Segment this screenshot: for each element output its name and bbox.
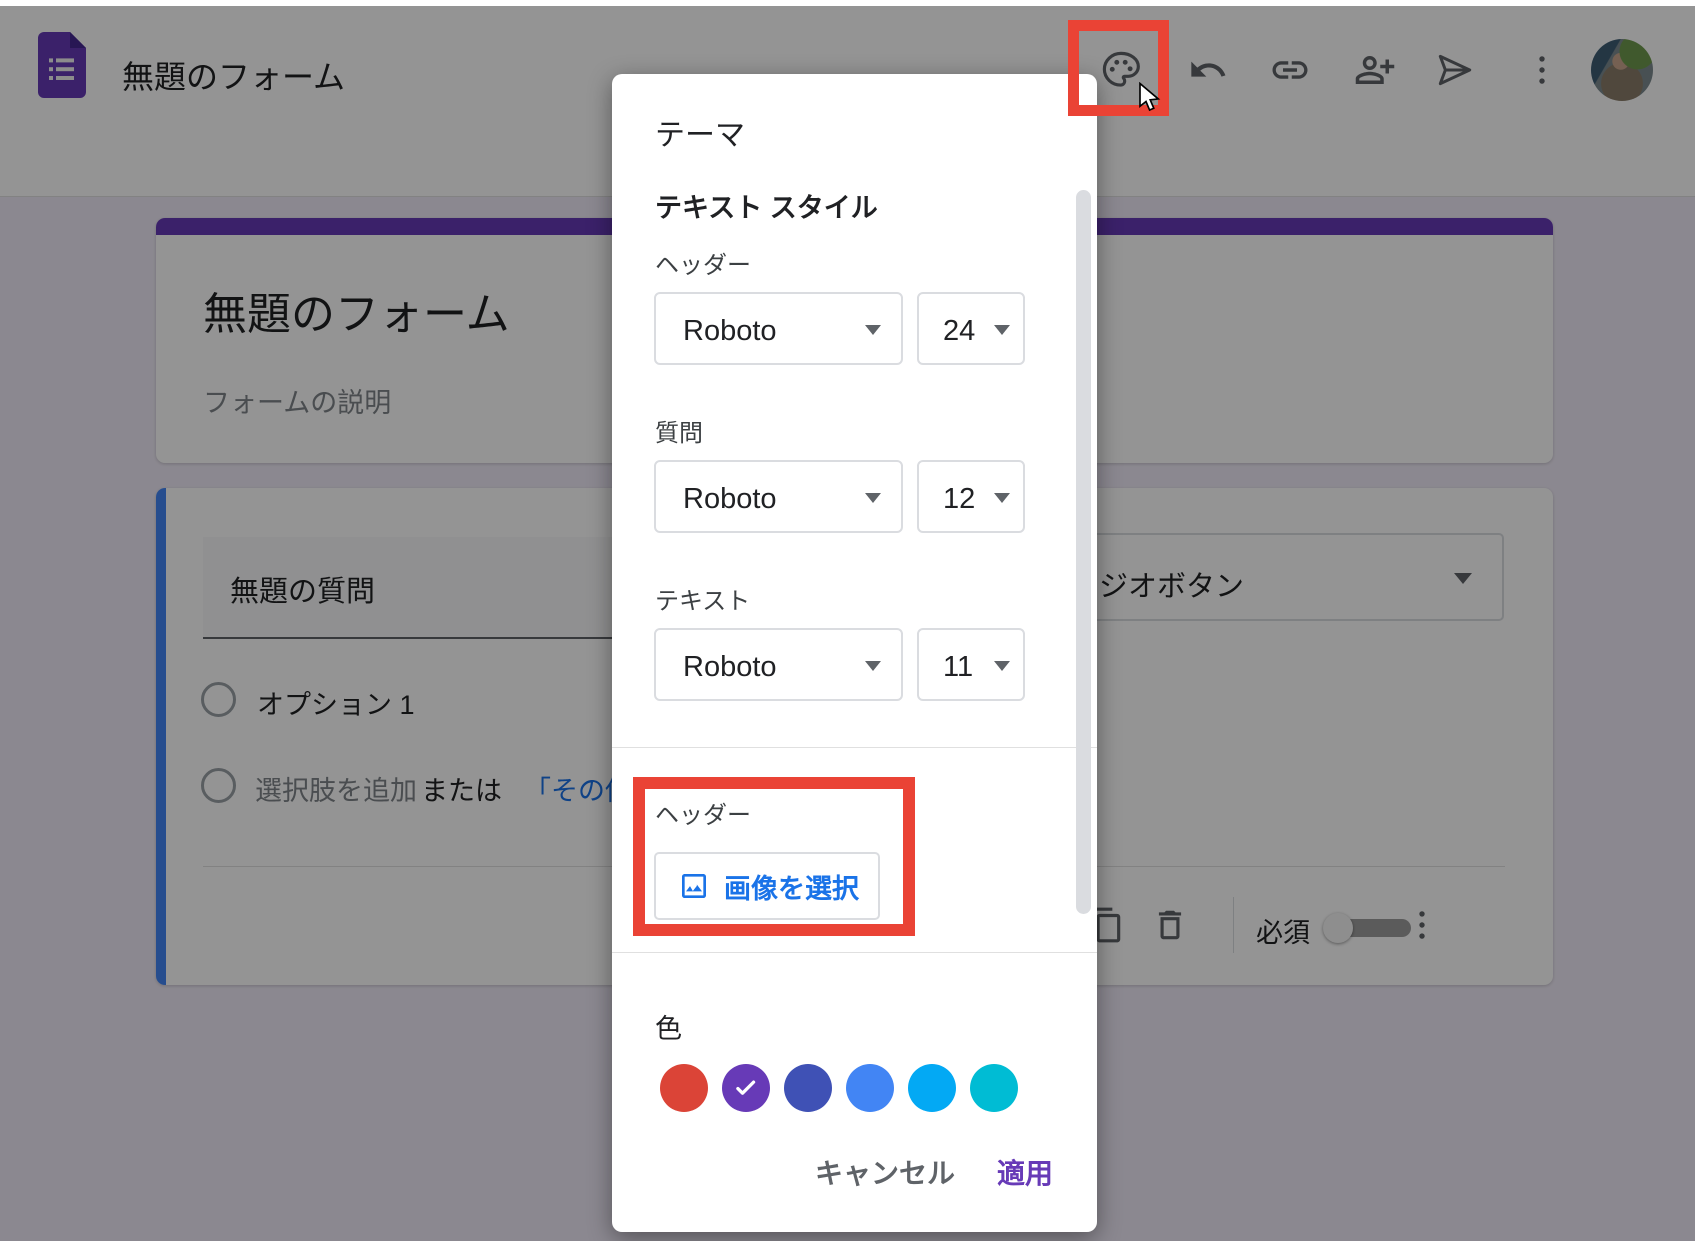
browser-edge-strip [0, 0, 1695, 6]
divider [612, 747, 1097, 748]
color-swatch-red[interactable] [660, 1064, 708, 1112]
check-icon [733, 1075, 759, 1101]
header-font-value: Roboto [683, 315, 777, 348]
highlight-box-header-image [633, 777, 915, 936]
chevron-down-icon [865, 661, 881, 671]
text-size-value: 11 [943, 651, 973, 684]
panel-scrollbar-thumb[interactable] [1076, 190, 1091, 914]
panel-title: テーマ [655, 110, 745, 154]
header-size-value: 24 [943, 315, 975, 348]
chevron-down-icon [865, 325, 881, 335]
color-swatch-teal[interactable] [970, 1064, 1018, 1112]
color-swatch-lightblue[interactable] [908, 1064, 956, 1112]
text-style-section-heading: テキスト スタイル [655, 186, 878, 225]
chevron-down-icon [994, 325, 1010, 335]
text-font-value: Roboto [683, 651, 777, 684]
panel-actions: キャンセル 適用 [612, 1152, 1053, 1192]
header-font-select[interactable]: Roboto [654, 292, 903, 365]
question-size-select[interactable]: 12 [917, 460, 1025, 533]
header-size-select[interactable]: 24 [917, 292, 1025, 365]
mouse-cursor [1136, 82, 1162, 117]
chevron-down-icon [865, 493, 881, 503]
color-swatch-indigo[interactable] [784, 1064, 832, 1112]
text-size-select[interactable]: 11 [917, 628, 1025, 701]
chevron-down-icon [994, 661, 1010, 671]
question-size-value: 12 [943, 483, 975, 516]
question-font-value: Roboto [683, 483, 777, 516]
color-swatch-row [660, 1064, 1018, 1112]
theme-panel: テーマ テキスト スタイル ヘッダー Roboto 24 質問 Roboto 1… [612, 74, 1097, 1232]
question-font-label: 質問 [655, 413, 703, 448]
question-font-select[interactable]: Roboto [654, 460, 903, 533]
apply-button[interactable]: 適用 [997, 1152, 1053, 1192]
divider [612, 952, 1097, 953]
text-font-label: テキスト [655, 581, 750, 616]
chevron-down-icon [994, 493, 1010, 503]
color-swatch-purple-selected[interactable] [722, 1064, 770, 1112]
color-swatch-blue[interactable] [846, 1064, 894, 1112]
header-font-label: ヘッダー [655, 245, 751, 280]
cancel-button[interactable]: キャンセル [815, 1152, 955, 1192]
text-font-select[interactable]: Roboto [654, 628, 903, 701]
color-section-label: 色 [655, 1007, 682, 1046]
